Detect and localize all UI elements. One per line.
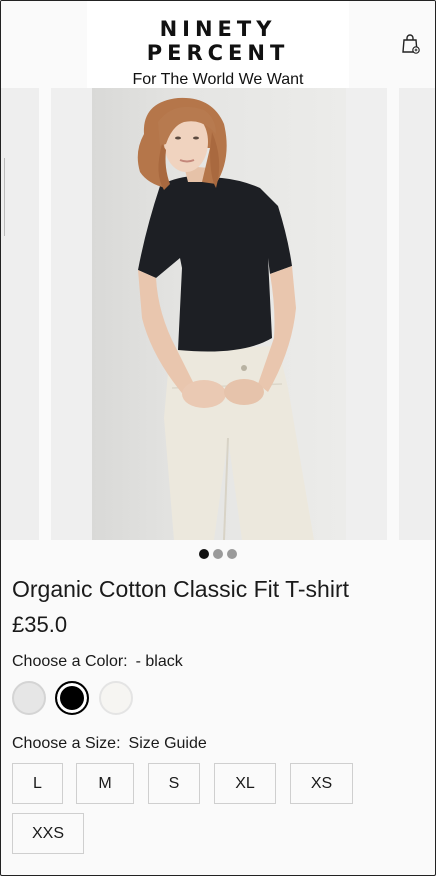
carousel-edge-handle: [1, 158, 5, 236]
brand-name: NINETY PERCENT: [146, 17, 290, 65]
header: NINETY PERCENT For The World We Want: [1, 1, 435, 88]
size-guide-link[interactable]: Size Guide: [129, 735, 207, 752]
brand-logo[interactable]: NINETY PERCENT For The World We Want: [87, 1, 349, 88]
carousel-next-slide[interactable]: [399, 88, 435, 540]
product-price: £35.0: [12, 612, 68, 637]
color-swatch-black[interactable]: [55, 681, 89, 715]
size-button-m[interactable]: M: [76, 763, 134, 804]
carousel-dot-1[interactable]: [199, 549, 209, 559]
carousel-indicators: [1, 549, 435, 559]
size-label: Choose a Size: Size Guide: [12, 735, 207, 753]
brand-tagline: For The World We Want: [132, 71, 304, 88]
color-swatch-grey[interactable]: [12, 681, 46, 715]
size-button-xs[interactable]: XS: [290, 763, 353, 804]
color-label-text: Choose a Color:: [12, 653, 128, 670]
carousel-dot-2[interactable]: [213, 549, 223, 559]
size-button-xl[interactable]: XL: [214, 763, 276, 804]
shopping-bag-icon[interactable]: [401, 33, 421, 55]
product-title: Organic Cotton Classic Fit T-shirt: [12, 576, 350, 602]
color-label: Choose a Color: - black: [12, 653, 183, 671]
size-label-text: Choose a Size:: [12, 735, 121, 752]
carousel-dot-3[interactable]: [227, 549, 237, 559]
product-page: NINETY PERCENT For The World We Want Org…: [0, 0, 436, 876]
selected-color-text: - black: [135, 653, 183, 670]
size-button-s[interactable]: S: [148, 763, 200, 804]
carousel-main-slide[interactable]: [51, 88, 387, 540]
color-swatch-white[interactable]: [99, 681, 133, 715]
size-button-l[interactable]: L: [12, 763, 63, 804]
carousel-prev-slide[interactable]: [1, 88, 39, 540]
product-photo: [137, 97, 314, 540]
size-button-xxs[interactable]: XXS: [12, 813, 84, 854]
product-image-carousel[interactable]: [1, 88, 435, 540]
